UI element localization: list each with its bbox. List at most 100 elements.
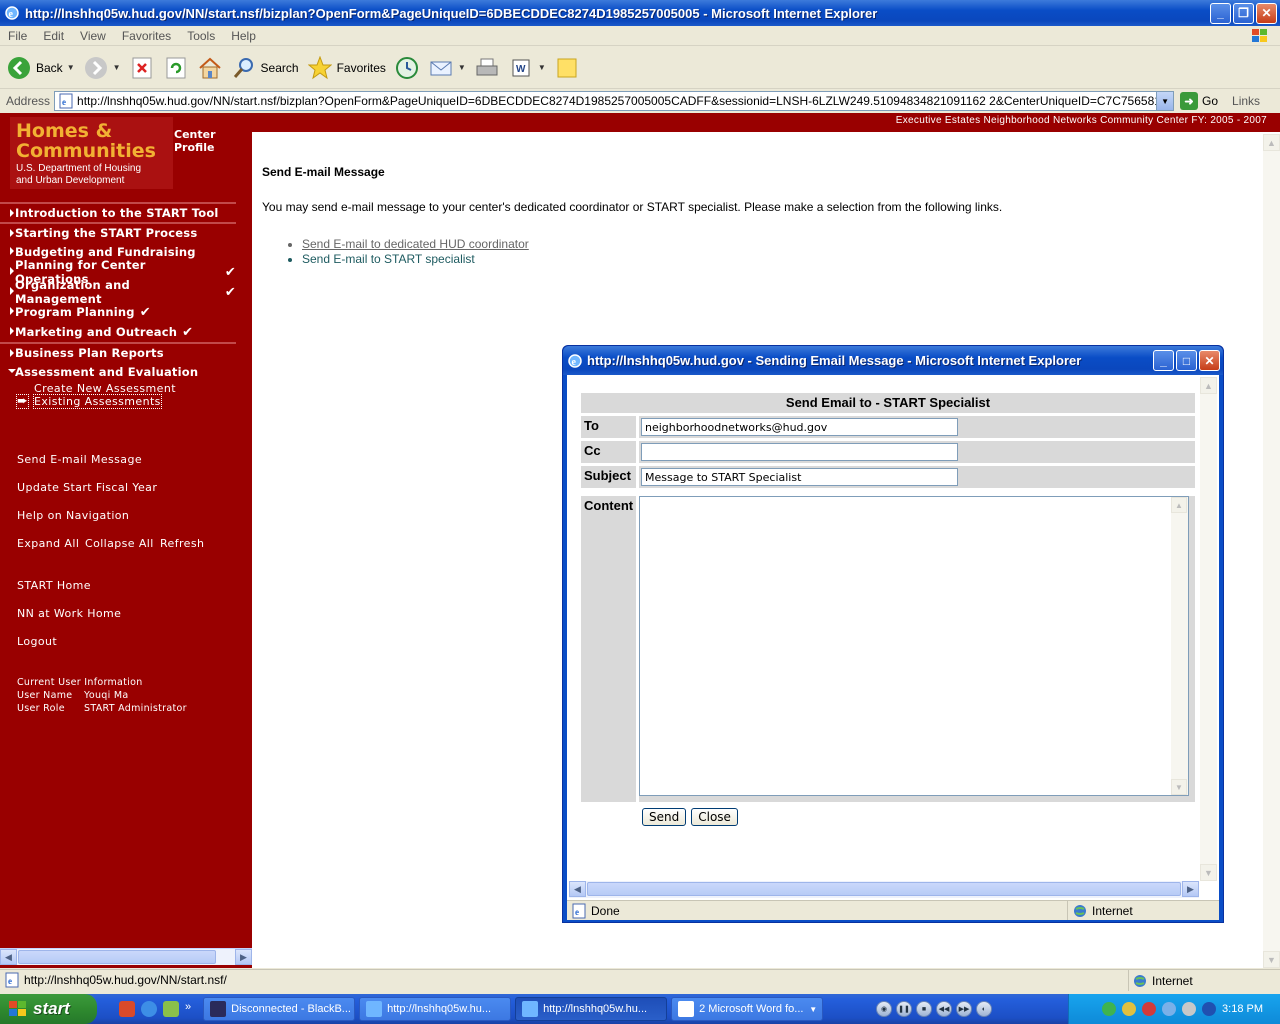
- start-home-link[interactable]: START Home: [17, 579, 91, 592]
- close-button[interactable]: Close: [691, 808, 738, 826]
- print-button[interactable]: [474, 55, 500, 81]
- scroll-up-icon[interactable]: ▲: [1263, 134, 1280, 151]
- chevron-down-icon[interactable]: ▼: [1156, 92, 1174, 110]
- send-button[interactable]: Send: [642, 808, 687, 826]
- scroll-right-icon[interactable]: ▶: [1182, 881, 1199, 897]
- scroll-left-icon[interactable]: ◀: [569, 881, 586, 897]
- previous-icon[interactable]: ◀◀: [936, 1001, 952, 1017]
- sidebar-subitem-create-assessment[interactable]: Create New Assessment: [0, 382, 236, 395]
- menu-file[interactable]: File: [0, 29, 35, 43]
- home-button[interactable]: [197, 55, 223, 81]
- popup-close-button[interactable]: ✕: [1199, 350, 1220, 371]
- media-logo-icon[interactable]: ◉: [876, 1001, 892, 1017]
- menu-favorites[interactable]: Favorites: [114, 29, 179, 43]
- textarea-scrollbar[interactable]: ▲ ▼: [1171, 497, 1188, 795]
- scroll-up-icon[interactable]: ▲: [1200, 377, 1217, 394]
- edit-button[interactable]: W ▼: [508, 55, 546, 81]
- nn-home-link[interactable]: NN at Work Home: [17, 607, 121, 620]
- mail-button[interactable]: ▼: [428, 55, 466, 81]
- sidebar-item-starting-process[interactable]: Starting the START Process: [0, 222, 236, 242]
- sidebar-item-program-planning[interactable]: Program Planning ✔: [0, 302, 236, 322]
- page-vertical-scrollbar[interactable]: ▲ ▼: [1263, 134, 1280, 968]
- page-done-icon: e: [572, 903, 586, 918]
- task-ie-1[interactable]: http://lnshhq05w.hu...: [359, 997, 512, 1021]
- scroll-up-icon[interactable]: ▲: [1171, 497, 1187, 513]
- collapse-all-link[interactable]: Collapse All: [85, 537, 154, 550]
- scroll-down-icon[interactable]: ▼: [1263, 951, 1280, 968]
- task-word[interactable]: 2 Microsoft Word fo... ▼: [671, 997, 824, 1021]
- popup-vertical-scrollbar[interactable]: ▲ ▼: [1200, 377, 1217, 881]
- sidebar-subitem-existing-assessments[interactable]: ➨ Existing Assessments: [0, 394, 236, 409]
- scrollbar-thumb[interactable]: [18, 950, 216, 964]
- sidebar-item-introduction[interactable]: Introduction to the START Tool: [0, 202, 236, 222]
- email-start-specialist-link[interactable]: Send E-mail to START specialist: [302, 252, 1262, 267]
- popup-horizontal-scrollbar[interactable]: ◀ ▶: [569, 881, 1199, 898]
- refresh-button[interactable]: [163, 55, 189, 81]
- popup-maximize-button[interactable]: □: [1176, 350, 1197, 371]
- pause-icon[interactable]: ❚❚: [896, 1001, 912, 1017]
- scrollbar-thumb[interactable]: [587, 882, 1181, 896]
- menu-view[interactable]: View: [72, 29, 114, 43]
- next-icon[interactable]: ▶▶: [956, 1001, 972, 1017]
- cc-field[interactable]: [641, 443, 958, 461]
- search-button[interactable]: Search: [231, 55, 299, 81]
- menu-edit[interactable]: Edit: [35, 29, 72, 43]
- help-navigation-link[interactable]: Help on Navigation: [17, 509, 129, 522]
- hud-logo[interactable]: Homes & Communities U.S. Department of H…: [10, 117, 173, 189]
- sidebar-item-assessment[interactable]: Assessment and Evaluation: [0, 362, 236, 382]
- address-input[interactable]: e http://lnshhq05w.hud.gov/NN/start.nsf/…: [54, 91, 1175, 111]
- update-fiscal-year-link[interactable]: Update Start Fiscal Year: [17, 481, 157, 494]
- sidebar-horizontal-scrollbar[interactable]: ◀ ▶: [0, 948, 252, 965]
- tray-connection-icon[interactable]: [1162, 1002, 1177, 1016]
- tray-security-icon[interactable]: [1122, 1002, 1137, 1016]
- close-window-button[interactable]: ✕: [1256, 2, 1277, 24]
- chevron-down-icon[interactable]: ▼: [458, 63, 466, 72]
- stop-icon[interactable]: ■: [916, 1001, 932, 1017]
- chevron-down-icon[interactable]: ▼: [538, 63, 546, 72]
- forward-button[interactable]: ▼: [83, 55, 121, 81]
- scroll-left-icon[interactable]: ◀: [0, 949, 17, 965]
- quick-launch-app-icon[interactable]: [119, 1001, 135, 1017]
- restore-button[interactable]: ❐: [1233, 2, 1254, 24]
- volume-icon[interactable]: ◐: [976, 1001, 992, 1017]
- messenger-button[interactable]: [554, 55, 580, 81]
- send-email-link[interactable]: Send E-mail Message: [17, 453, 142, 466]
- task-ie-2[interactable]: http://lnshhq05w.hu...: [515, 997, 668, 1021]
- sidebar-item-marketing[interactable]: Marketing and Outreach ✔: [0, 322, 236, 342]
- sidebar-item-reports[interactable]: Business Plan Reports: [0, 342, 236, 362]
- popup-minimize-button[interactable]: _: [1153, 350, 1174, 371]
- tray-audio-icon[interactable]: [1202, 1002, 1217, 1016]
- quick-launch-ie-icon[interactable]: [141, 1001, 157, 1017]
- center-profile-link[interactable]: Center Profile: [174, 128, 216, 154]
- chevron-down-icon[interactable]: ▼: [809, 1005, 817, 1014]
- email-hud-coordinator-link[interactable]: Send E-mail to dedicated HUD coordinator: [302, 237, 1262, 252]
- quick-launch-desktop-icon[interactable]: [163, 1001, 179, 1017]
- refresh-link[interactable]: Refresh: [160, 537, 204, 550]
- stop-button[interactable]: [129, 55, 155, 81]
- content-textarea[interactable]: ▲ ▼: [639, 496, 1189, 796]
- back-button[interactable]: Back ▼: [6, 55, 75, 81]
- menu-tools[interactable]: Tools: [179, 29, 223, 43]
- tray-network-icon[interactable]: [1102, 1002, 1117, 1016]
- history-button[interactable]: [394, 55, 420, 81]
- tray-app-icon[interactable]: [1182, 1002, 1197, 1016]
- menu-help[interactable]: Help: [223, 29, 264, 43]
- scroll-down-icon[interactable]: ▼: [1200, 864, 1217, 881]
- tray-alert-icon[interactable]: [1142, 1002, 1157, 1016]
- logout-link[interactable]: Logout: [17, 635, 57, 648]
- minimize-button[interactable]: _: [1210, 2, 1231, 24]
- sidebar-item-organization[interactable]: Organization and Management ✔: [0, 278, 236, 306]
- task-blackberry[interactable]: Disconnected - BlackB...: [203, 997, 356, 1021]
- go-button[interactable]: ➜ Go: [1180, 92, 1218, 110]
- scroll-right-icon[interactable]: ▶: [235, 949, 252, 965]
- links-toolbar[interactable]: Links: [1232, 94, 1260, 108]
- subject-field[interactable]: [641, 468, 958, 486]
- to-field[interactable]: [641, 418, 958, 436]
- expand-all-link[interactable]: Expand All: [17, 537, 79, 550]
- quick-launch-chevron-icon[interactable]: »: [185, 1001, 191, 1017]
- scroll-down-icon[interactable]: ▼: [1171, 779, 1187, 795]
- chevron-down-icon[interactable]: ▼: [67, 63, 75, 72]
- start-button[interactable]: start: [0, 994, 97, 1024]
- chevron-down-icon[interactable]: ▼: [113, 63, 121, 72]
- favorites-button[interactable]: Favorites: [307, 55, 386, 81]
